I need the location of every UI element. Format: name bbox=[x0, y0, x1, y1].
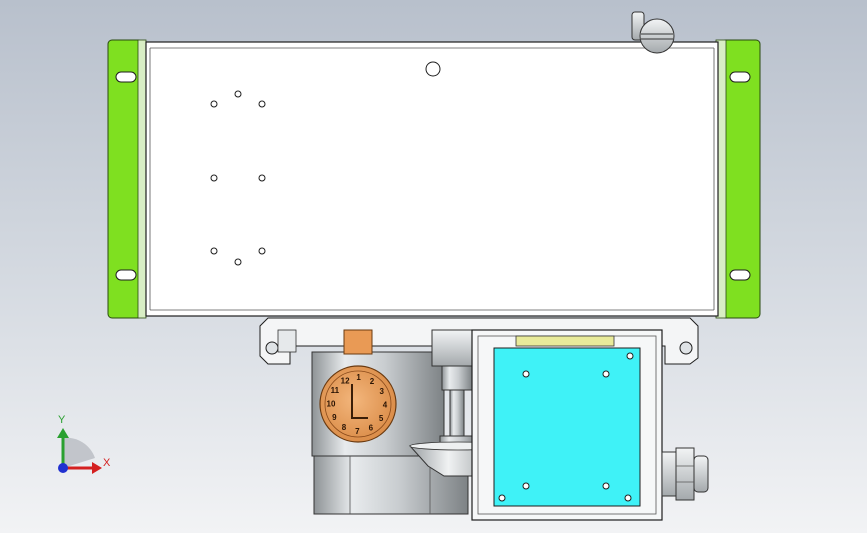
bracket-slot bbox=[729, 269, 751, 281]
dial-number: 7 bbox=[355, 427, 360, 436]
cad-model-drawing[interactable]: 12 1 234567891011 bbox=[0, 0, 867, 533]
dial-number: 6 bbox=[369, 424, 374, 433]
dial-number: 10 bbox=[327, 399, 336, 408]
dial-number: 11 bbox=[331, 386, 340, 395]
timer-knob-stem bbox=[343, 329, 373, 355]
dial-number: 12 bbox=[341, 376, 350, 385]
z-axis-dot bbox=[58, 463, 68, 473]
control-box[interactable] bbox=[471, 329, 663, 521]
y-axis-label: Y bbox=[58, 414, 66, 426]
dial-number: 9 bbox=[332, 413, 337, 422]
x-axis-label: X bbox=[103, 457, 111, 469]
dial-number: 4 bbox=[383, 401, 388, 410]
dial-number: 3 bbox=[379, 387, 384, 396]
left-mounting-bracket[interactable] bbox=[107, 39, 147, 319]
bracket-slot bbox=[729, 71, 751, 83]
bracket-slot bbox=[115, 71, 137, 83]
coordinate-triad bbox=[57, 428, 102, 474]
dial-number: 5 bbox=[379, 414, 384, 423]
cad-viewport[interactable]: 12 1 2 3 4 5 6 7 8 9 10 11 X Y bbox=[0, 0, 867, 533]
timer-dial[interactable]: 12 1 234567891011 bbox=[319, 365, 397, 443]
cable-gland[interactable] bbox=[661, 447, 709, 501]
indicator-panel[interactable] bbox=[493, 347, 641, 507]
filler-hole bbox=[425, 61, 441, 77]
dial-number: 1 bbox=[356, 373, 361, 382]
dial-number: 2 bbox=[370, 377, 375, 386]
dial-number: 8 bbox=[342, 423, 347, 432]
right-mounting-bracket[interactable] bbox=[715, 39, 761, 319]
tank-plate[interactable] bbox=[145, 41, 719, 317]
bracket-slot bbox=[115, 269, 137, 281]
